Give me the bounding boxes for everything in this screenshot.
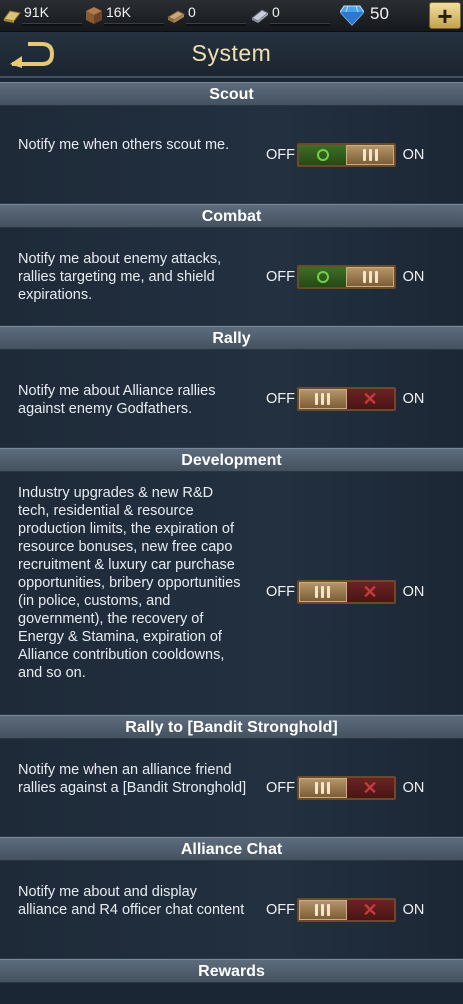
notification-settings-list: Scout Notify me when others scout me. OF… (0, 82, 463, 983)
toggle-on-label: ON (402, 902, 425, 918)
add-gems-button[interactable]: + (429, 2, 461, 29)
close-icon: ✕ (362, 778, 378, 798)
section-header-rally-bandit-stronghold: Rally to [Bandit Stronghold] (0, 715, 463, 739)
section-header-rewards: Rewards (0, 959, 463, 983)
resource-cash[interactable]: 0 (166, 4, 246, 26)
toggle-on-label: ON (402, 780, 425, 796)
setting-row-combat: Notify me about enemy attacks, rallies t… (0, 228, 463, 326)
section-header-development: Development (0, 448, 463, 472)
setting-row-rally-bandit-stronghold: Notify me when an alliance friend rallie… (0, 739, 463, 837)
resource-value: 0 (188, 4, 196, 20)
toggle-knob[interactable] (299, 582, 347, 602)
crate-icon (86, 7, 102, 24)
page-title: System (191, 40, 272, 66)
toggle-off-label: OFF (266, 147, 295, 163)
toggle-switch[interactable] (297, 143, 396, 167)
setting-description: Notify me when an alliance friend rallie… (18, 762, 247, 796)
setting-description: Industry upgrades & new R&D tech, reside… (18, 485, 241, 681)
setting-row-alliance-chat: Notify me about and display alliance and… (0, 861, 463, 959)
setting-row-scout: Notify me when others scout me. OFF ON (0, 106, 463, 204)
on-indicator-icon (316, 149, 329, 161)
setting-description: Notify me about enemy attacks, rallies t… (18, 251, 222, 303)
toggle-knob[interactable] (299, 900, 347, 920)
close-icon: ✕ (362, 900, 378, 920)
toggle-on-label: ON (402, 391, 425, 407)
toggle-alliance-chat[interactable]: OFF ✕ ON (266, 897, 434, 923)
toggle-scout[interactable]: OFF ON (266, 142, 434, 168)
diamond-icon (340, 5, 364, 26)
ingot-icon (251, 9, 269, 23)
resource-gems[interactable]: 50 (340, 3, 389, 26)
toggle-combat[interactable]: OFF ON (266, 264, 434, 290)
toggle-knob[interactable] (299, 389, 347, 409)
section-header-rally: Rally (0, 326, 463, 350)
resource-value: 0 (272, 4, 280, 20)
gem-count: 50 (370, 4, 389, 23)
toggle-off-label: OFF (266, 902, 295, 918)
toggle-rally[interactable]: OFF ✕ ON (266, 386, 434, 412)
toggle-knob[interactable] (346, 145, 394, 165)
setting-row-rally: Notify me about Alliance rallies against… (0, 350, 463, 448)
toggle-development[interactable]: OFF ✕ ON (266, 579, 434, 605)
resource-ingot[interactable]: 0 (250, 4, 330, 26)
resource-gold[interactable]: 91K (2, 4, 82, 26)
setting-description: Notify me about and display alliance and… (18, 884, 245, 918)
setting-row-development: Industry upgrades & new R&D tech, reside… (0, 472, 463, 715)
toggle-off-label: OFF (266, 584, 295, 600)
title-bar: System (0, 32, 463, 78)
toggle-switch[interactable]: ✕ (297, 580, 396, 604)
toggle-off-label: OFF (266, 269, 295, 285)
toggle-rally-bandit-stronghold[interactable]: OFF ✕ ON (266, 775, 434, 801)
resource-value: 91K (24, 4, 49, 20)
resource-crate[interactable]: 16K (84, 4, 164, 26)
section-header-scout: Scout (0, 82, 463, 106)
toggle-knob[interactable] (299, 778, 347, 798)
setting-description: Notify me about Alliance rallies against… (18, 383, 216, 417)
close-icon: ✕ (362, 389, 378, 409)
toggle-on-label: ON (402, 269, 425, 285)
toggle-off-label: OFF (266, 780, 295, 796)
toggle-switch[interactable]: ✕ (297, 898, 396, 922)
toggle-off-label: OFF (266, 391, 295, 407)
toggle-switch[interactable]: ✕ (297, 776, 396, 800)
gold-bar-icon (3, 10, 21, 23)
toggle-switch[interactable]: ✕ (297, 387, 396, 411)
section-header-combat: Combat (0, 204, 463, 228)
toggle-switch[interactable] (297, 265, 396, 289)
setting-description: Notify me when others scout me. (18, 137, 230, 153)
resource-bar: 91K 16K 0 0 50 + (0, 0, 463, 32)
toggle-on-label: ON (402, 147, 425, 163)
cash-stack-icon (166, 10, 186, 23)
section-header-alliance-chat: Alliance Chat (0, 837, 463, 861)
close-icon: ✕ (362, 582, 378, 602)
toggle-on-label: ON (402, 584, 425, 600)
resource-value: 16K (106, 4, 131, 20)
toggle-knob[interactable] (346, 267, 394, 287)
on-indicator-icon (316, 271, 329, 283)
